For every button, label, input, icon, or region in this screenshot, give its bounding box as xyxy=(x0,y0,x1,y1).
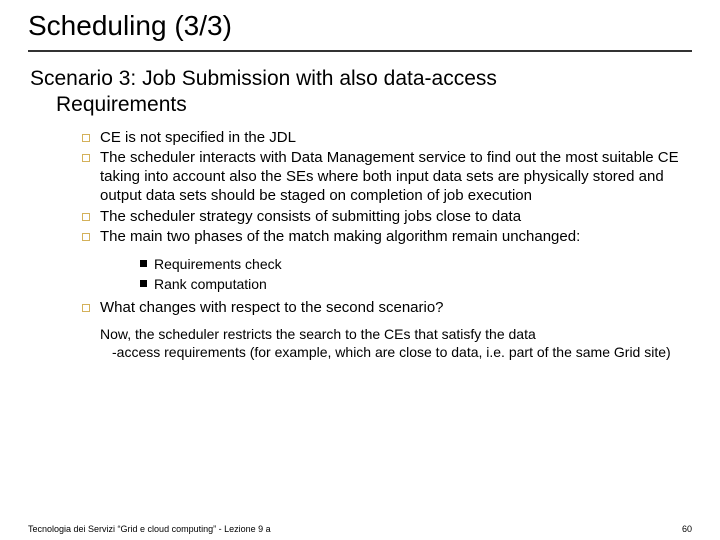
title-underline xyxy=(28,50,692,52)
footer: Tecnologia dei Servizi “Grid e cloud com… xyxy=(28,524,692,534)
bullet-list: CE is not specified in the JDL The sched… xyxy=(30,129,692,248)
subtitle-line2: Requirements xyxy=(30,93,187,116)
list-item: The main two phases of the match making … xyxy=(82,228,692,247)
sub-bullet-list: Requirements check Rank computation xyxy=(30,255,692,293)
subtitle-line1: Scenario 3: Job Submission with also dat… xyxy=(30,67,497,90)
question-list: What changes with respect to the second … xyxy=(30,299,692,318)
body: Scenario 3: Job Submission with also dat… xyxy=(28,66,692,361)
answer-tail: -access requirements (for example, which… xyxy=(100,344,682,362)
answer-text: Now, the scheduler restricts the search … xyxy=(30,326,692,361)
scenario-subtitle: Scenario 3: Job Submission with also dat… xyxy=(30,66,692,119)
list-item: The scheduler strategy consists of submi… xyxy=(82,208,692,227)
list-item: What changes with respect to the second … xyxy=(82,299,692,318)
footer-left: Tecnologia dei Servizi “Grid e cloud com… xyxy=(28,524,271,534)
list-item: Requirements check xyxy=(140,255,692,273)
list-item: The scheduler interacts with Data Manage… xyxy=(82,149,692,205)
list-item: Rank computation xyxy=(140,275,692,293)
slide-title: Scheduling (3/3) xyxy=(28,10,692,42)
answer-lead: Now, the scheduler restricts the search … xyxy=(100,326,536,342)
page-number: 60 xyxy=(682,524,692,534)
list-item: CE is not specified in the JDL xyxy=(82,129,692,148)
slide-container: Scheduling (3/3) Scenario 3: Job Submiss… xyxy=(0,0,720,540)
